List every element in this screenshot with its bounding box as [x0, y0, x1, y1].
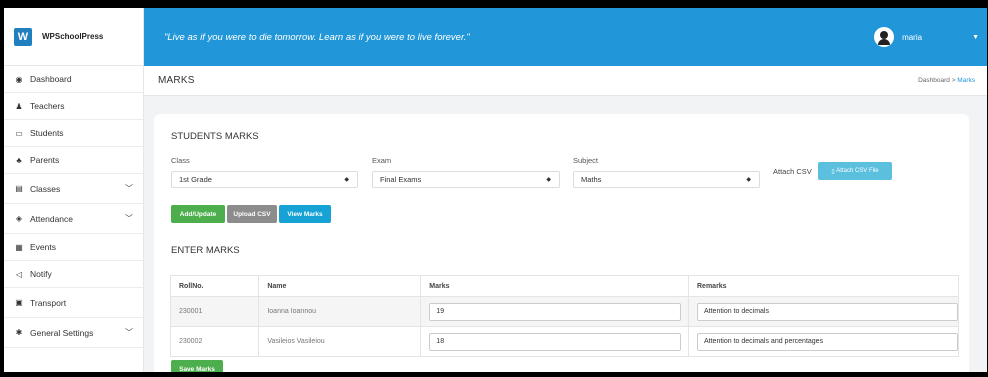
- sidebar-item-label: General Settings: [30, 327, 94, 338]
- save-marks-button[interactable]: Save Marks: [171, 360, 223, 372]
- attach-csv-file-button[interactable]: ▯ Attach CSV File: [818, 162, 892, 180]
- marks-input[interactable]: 18: [429, 332, 682, 351]
- remarks-input[interactable]: Attention to decimals and percentages: [697, 332, 958, 351]
- marks-input[interactable]: 19: [429, 302, 682, 321]
- column-header-name: Name: [258, 275, 422, 297]
- breadcrumb-current: Marks: [957, 77, 975, 84]
- teacher-icon: ♟: [15, 101, 23, 111]
- page-title: MARKS: [158, 75, 195, 86]
- name-cell: Ioanna Ioannou: [258, 296, 422, 327]
- sidebar-item-students[interactable]: ▭ Students: [4, 120, 143, 147]
- username[interactable]: maria: [902, 33, 952, 42]
- subject-select-value: Maths: [581, 175, 602, 184]
- column-header-remarks: Remarks: [688, 275, 959, 297]
- dashboard-icon: ◉: [15, 74, 23, 84]
- name-cell: Vasileios Vasileiou: [258, 326, 422, 357]
- brand[interactable]: W WPSchoolPress: [4, 8, 143, 66]
- exam-label: Exam: [372, 156, 392, 165]
- column-header-marks: Marks: [420, 275, 689, 297]
- subject-select[interactable]: Maths ◆: [573, 171, 760, 188]
- attach-csv-file-label: Attach CSV File: [836, 168, 879, 174]
- exam-select-value: Final Exams: [380, 175, 422, 184]
- sidebar-item-label: Events: [30, 242, 56, 252]
- attendance-icon: ◈: [15, 214, 23, 223]
- chevron-down-icon: ﹀: [125, 214, 133, 223]
- sidebar-item-classes[interactable]: ▤ Classes ﹀: [4, 174, 143, 204]
- attach-csv-label: Attach CSV: [773, 167, 812, 176]
- breadcrumb-separator: >: [951, 77, 956, 84]
- sidebar-item-attendance[interactable]: ◈ Attendance ﹀: [4, 204, 143, 234]
- sidebar-item-general-settings[interactable]: ✱ General Settings ﹀: [4, 318, 143, 348]
- select-arrows-icon: ◆: [546, 177, 551, 183]
- upload-csv-button[interactable]: Upload CSV: [227, 205, 277, 223]
- table-row: 230001 Ioanna Ioannou 19 Attention to de…: [169, 296, 959, 327]
- user-menu[interactable]: maria ▼: [874, 27, 979, 47]
- class-select-value: 1st Grade: [179, 175, 212, 184]
- user-body-shape: [878, 38, 891, 45]
- breadcrumb: Dashboard > Marks: [918, 77, 975, 84]
- class-select[interactable]: 1st Grade ◆: [171, 171, 358, 188]
- chevron-down-icon: ﹀: [125, 328, 133, 337]
- sidebar: W WPSchoolPress ◉ Dashboard ♟ Teachers ▭…: [4, 8, 144, 372]
- brand-name: WPSchoolPress: [42, 32, 104, 41]
- sidebar-item-parents[interactable]: ♣ Parents: [4, 147, 143, 174]
- student-icon: ▭: [15, 128, 23, 138]
- brand-logo-icon: W: [14, 27, 32, 46]
- remarks-cell: Attention to decimals and percentages: [688, 326, 959, 357]
- breadcrumb-home[interactable]: Dashboard: [918, 77, 950, 84]
- sidebar-item-label: Notify: [30, 269, 52, 279]
- remarks-cell: Attention to decimals: [688, 296, 959, 327]
- marks-table: RollNo. Name Marks Remarks 230001 Ioanna…: [169, 275, 959, 357]
- class-label: Class: [171, 156, 190, 165]
- megaphone-icon: ◁: [15, 269, 23, 279]
- classes-icon: ▤: [15, 184, 23, 193]
- avatar[interactable]: [874, 27, 895, 47]
- gear-icon: ✱: [15, 328, 23, 337]
- sidebar-item-label: Dashboard: [30, 74, 72, 84]
- enter-marks-title: ENTER MARKS: [171, 245, 240, 256]
- table-header-row: RollNo. Name Marks Remarks: [169, 275, 959, 297]
- sidebar-item-label: Classes: [30, 183, 61, 194]
- motivational-quote: "Live as if you were to die tomorrow. Le…: [164, 31, 470, 43]
- select-arrows-icon: ◆: [344, 177, 349, 183]
- sidebar-item-label: Teachers: [30, 101, 65, 111]
- chevron-down-icon[interactable]: ▼: [972, 34, 979, 41]
- add-update-button[interactable]: Add/Update: [171, 205, 225, 223]
- select-arrows-icon: ◆: [746, 177, 751, 183]
- students-marks-title: STUDENTS MARKS: [171, 131, 259, 142]
- view-marks-button[interactable]: View Marks: [279, 205, 331, 223]
- marks-cell: 18: [420, 326, 689, 357]
- bus-icon: ▣: [15, 298, 23, 307]
- sidebar-item-notify[interactable]: ◁ Notify: [4, 261, 143, 288]
- sidebar-item-label: Attendance: [30, 213, 74, 224]
- exam-select[interactable]: Final Exams ◆: [372, 171, 560, 188]
- chevron-down-icon: ﹀: [125, 184, 133, 193]
- roll-cell: 230002: [169, 326, 260, 357]
- table-row: 230002 Vasileios Vasileiou 18 Attention …: [169, 326, 959, 357]
- roll-cell: 230001: [169, 296, 260, 327]
- sidebar-item-teachers[interactable]: ♟ Teachers: [4, 93, 143, 120]
- user-icon: [880, 31, 889, 39]
- page-header: MARKS Dashboard > Marks: [144, 66, 987, 96]
- column-header-rollno: RollNo.: [169, 275, 260, 297]
- top-bar: "Live as if you were to die tomorrow. Le…: [144, 8, 987, 66]
- sidebar-item-transport[interactable]: ▣ Transport: [4, 288, 143, 318]
- app-window: W WPSchoolPress ◉ Dashboard ♟ Teachers ▭…: [4, 8, 987, 372]
- sidebar-item-events[interactable]: ▦ Events: [4, 234, 143, 261]
- sidebar-item-dashboard[interactable]: ◉ Dashboard: [4, 66, 143, 93]
- marks-card: STUDENTS MARKS Class 1st Grade ◆ Exam Fi…: [154, 114, 969, 372]
- parents-icon: ♣: [16, 155, 22, 165]
- subject-label: Subject: [573, 156, 599, 165]
- sidebar-item-label: Students: [30, 128, 64, 138]
- calendar-icon: ▦: [15, 242, 23, 252]
- marks-cell: 19: [420, 296, 689, 327]
- sidebar-item-label: Parents: [30, 155, 60, 165]
- sidebar-item-label: Transport: [30, 297, 67, 308]
- remarks-input[interactable]: Attention to decimals: [697, 302, 958, 321]
